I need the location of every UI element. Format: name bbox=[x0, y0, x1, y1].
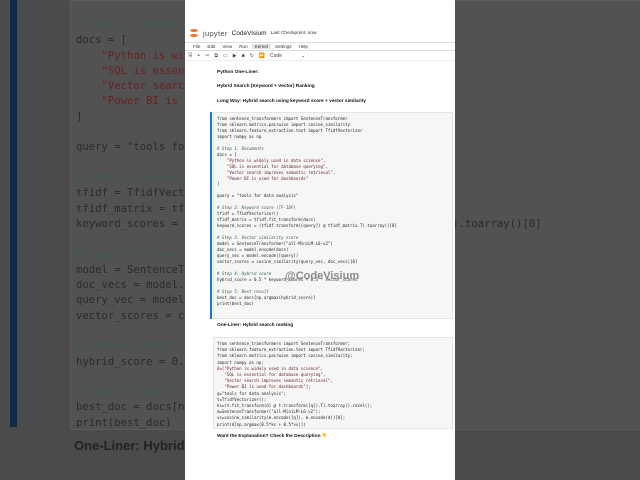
active-cell-indicator bbox=[210, 112, 212, 319]
code-line: print(d[np.argmax(0.5*ks + 0.5*vs)]) bbox=[217, 421, 306, 427]
cut-icon[interactable]: ✂ bbox=[205, 53, 209, 59]
notebook-header: jupyter CodeVisium Last Checkpoint: now bbox=[185, 26, 455, 40]
save-icon[interactable]: 🖫 bbox=[188, 52, 192, 60]
code-line: from sklearn.metrics.pairwise import cos… bbox=[217, 353, 353, 359]
run-icon[interactable]: ▶ bbox=[233, 53, 237, 59]
jupyter-logo-icon bbox=[189, 28, 199, 38]
cell-type-select[interactable]: Code bbox=[270, 53, 282, 59]
menu-bar: File Edit View Run Kernel Settings Help bbox=[185, 42, 455, 51]
background-cell-bar bbox=[10, 0, 17, 427]
watermark: @CodeVisium bbox=[285, 270, 360, 282]
menu-run[interactable]: Run bbox=[236, 44, 250, 49]
code-editor[interactable]: from sentence_transformers import Senten… bbox=[217, 341, 372, 428]
toolbar: 🖫 + ✂ ⧉ ▭ ▶ ■ ↻ ⏩ Code ⌄ bbox=[185, 52, 455, 61]
menu-view[interactable]: View bbox=[219, 44, 235, 49]
code-line: keyword_scores = (tfidf.transform([query… bbox=[217, 223, 397, 229]
code-cell-one-liner[interactable]: from sentence_transformers import Senten… bbox=[213, 337, 453, 429]
menu-kernel[interactable]: Kernel bbox=[251, 44, 271, 49]
menu-help[interactable]: Help bbox=[296, 44, 311, 49]
stop-icon[interactable]: ■ bbox=[242, 53, 245, 59]
menu-settings[interactable]: Settings bbox=[272, 44, 295, 49]
app-name: jupyter bbox=[203, 28, 228, 38]
menu-edit[interactable]: Edit bbox=[204, 44, 218, 49]
restart-icon[interactable]: ↻ bbox=[250, 53, 254, 59]
checkpoint-status: Last Checkpoint: now bbox=[270, 30, 317, 36]
markdown-one-liner: One-Liner: Hybrid search ranking bbox=[217, 323, 294, 328]
markdown-title: Python One-Liner: bbox=[217, 70, 259, 75]
code-line: print(best_doc) bbox=[217, 300, 254, 306]
markdown-long-way: Long Way: Hybrid search using keyword sc… bbox=[217, 99, 366, 104]
fast-forward-icon[interactable]: ⏩ bbox=[259, 53, 265, 59]
markdown-footer: Want the Explanation? Check the Descript… bbox=[217, 434, 328, 439]
paste-icon[interactable]: ▭ bbox=[223, 53, 228, 59]
copy-icon[interactable]: ⧉ bbox=[214, 53, 218, 59]
notebook-title[interactable]: CodeVisium bbox=[232, 30, 267, 37]
jupyter-notebook: jupyter CodeVisium Last Checkpoint: now … bbox=[185, 0, 455, 480]
add-icon[interactable]: + bbox=[197, 53, 200, 59]
menu-file[interactable]: File bbox=[190, 44, 203, 49]
chevron-down-icon[interactable]: ⌄ bbox=[301, 53, 305, 59]
markdown-subtitle: Hybrid Search (Keyword + Vector) Ranking bbox=[217, 84, 315, 89]
code-cell-long-way[interactable]: from sentence_transformers import Senten… bbox=[213, 112, 453, 319]
